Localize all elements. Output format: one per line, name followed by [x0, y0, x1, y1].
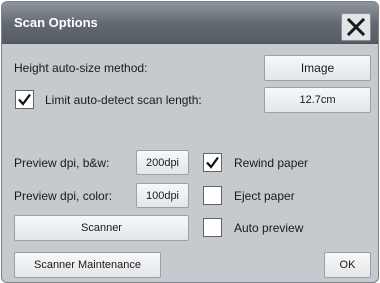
eject-paper-label: Eject paper [234, 189, 295, 203]
preview-color-label: Preview dpi, color: [14, 189, 113, 203]
rewind-paper-checkbox[interactable] [203, 153, 222, 172]
height-method-button[interactable]: Image [264, 55, 371, 81]
title-bar: Scan Options [2, 2, 378, 44]
scan-options-dialog: Scan Options Height auto-size method: Im… [1, 1, 379, 283]
scanner-maintenance-button[interactable]: Scanner Maintenance [14, 252, 161, 278]
eject-paper-checkbox[interactable] [203, 186, 222, 205]
checkmark-icon [206, 156, 219, 169]
dialog-title: Scan Options [14, 15, 98, 30]
height-method-label: Height auto-size method: [14, 61, 148, 75]
limit-scan-label: Limit auto-detect scan length: [45, 93, 202, 107]
preview-bw-button[interactable]: 200dpi [136, 150, 189, 175]
scanner-button[interactable]: Scanner [14, 215, 189, 241]
preview-color-button[interactable]: 100dpi [136, 183, 189, 208]
close-button[interactable] [341, 13, 371, 41]
auto-preview-checkbox[interactable] [203, 218, 222, 237]
ok-button[interactable]: OK [324, 252, 371, 278]
scan-length-button[interactable]: 12.7cm [264, 87, 371, 113]
checkmark-icon [18, 93, 31, 106]
rewind-paper-label: Rewind paper [234, 156, 309, 170]
preview-bw-label: Preview dpi, b&w: [14, 156, 110, 170]
close-icon [347, 18, 365, 36]
auto-preview-label: Auto preview [234, 221, 304, 235]
limit-scan-checkbox[interactable] [15, 90, 34, 109]
